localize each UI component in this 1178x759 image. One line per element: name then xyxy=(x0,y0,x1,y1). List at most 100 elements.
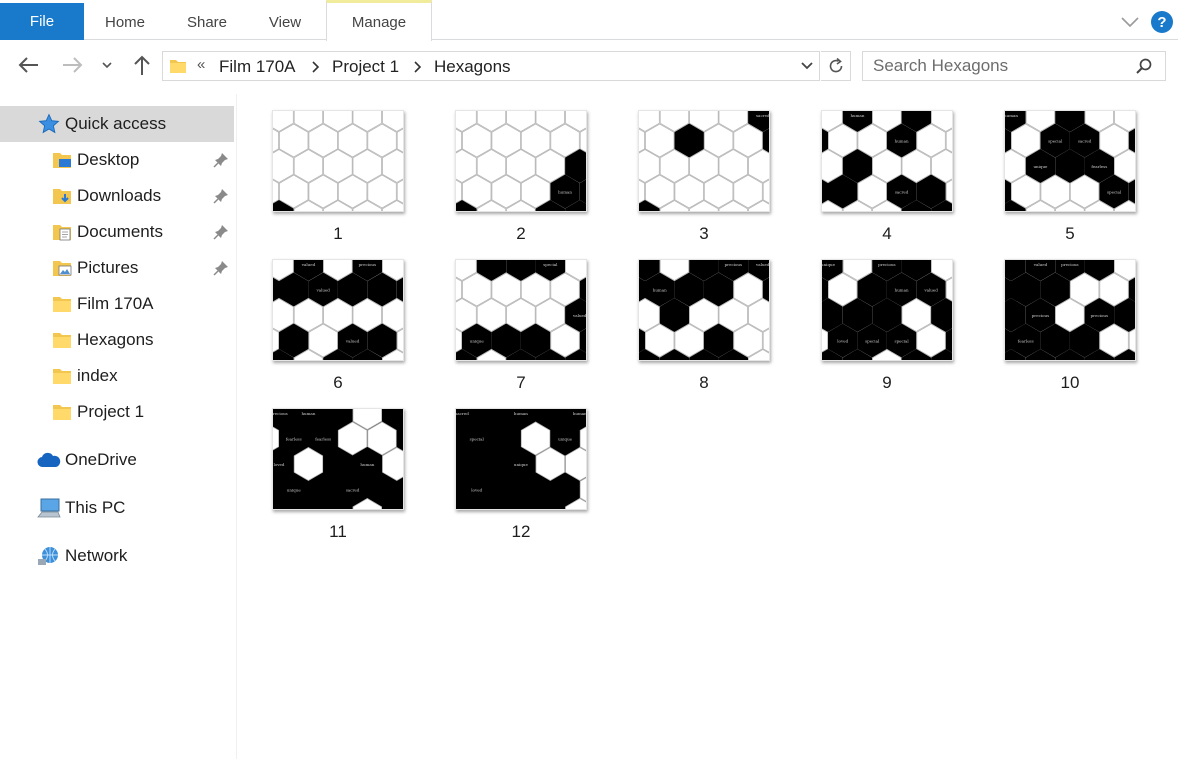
chevron-right-icon[interactable] xyxy=(310,60,320,79)
recent-locations-chevron-icon[interactable] xyxy=(96,52,118,78)
file-item[interactable]: sacredpreciousvaluedlovedvaluedlovedhuma… xyxy=(619,245,770,392)
svg-text:human: human xyxy=(1005,113,1018,118)
tab-home[interactable]: Home xyxy=(90,5,160,40)
folder-icon xyxy=(52,402,72,427)
image-thumbnail: uniquevaluedprecioushumanvaluedpreciousp… xyxy=(1004,259,1136,361)
pin-icon[interactable] xyxy=(213,188,229,209)
sidebar-item-label: Hexagons xyxy=(77,330,154,349)
breadcrumb-hexagons[interactable]: Hexagons xyxy=(434,57,511,77)
up-arrow-icon[interactable] xyxy=(129,52,155,78)
svg-text:unique: unique xyxy=(822,262,836,267)
search-box[interactable] xyxy=(862,51,1166,81)
file-item[interactable]: valuedpreciouswonderlovedvaluedvaluedpre… xyxy=(253,245,404,392)
image-thumbnail: sacredpreciousvaluedlovedvaluedlovedhuma… xyxy=(638,259,770,361)
file-item[interactable]: humanlovedfearlessspecial 2 xyxy=(436,96,587,243)
svg-text:precious: precious xyxy=(359,262,376,267)
chevron-right-icon[interactable] xyxy=(412,60,422,79)
file-item[interactable]: uniquevaluedprecioushumanvaluedpreciousp… xyxy=(985,245,1136,392)
sidebar-item-project-1[interactable]: Project 1 xyxy=(0,394,234,430)
folder-icon xyxy=(52,366,72,391)
folder-icon xyxy=(52,330,72,355)
sidebar-item-label: Pictures xyxy=(77,258,139,277)
cloud-icon xyxy=(37,452,61,473)
search-input[interactable] xyxy=(863,52,1133,80)
file-name: 1 xyxy=(333,224,343,243)
file-name: 6 xyxy=(333,373,343,392)
file-item[interactable]: uniquewondersacred 1 xyxy=(253,96,404,243)
svg-text:human: human xyxy=(895,139,909,144)
file-item[interactable]: specialsacredfearlessvaluedvalueduniquel… xyxy=(436,245,587,392)
svg-text:unique: unique xyxy=(287,488,302,493)
sidebar-item-label: Film 170A xyxy=(77,294,154,313)
svg-text:sacred: sacred xyxy=(456,411,469,416)
file-item[interactable]: humanhumanhumanuniquesacredfearlesswonde… xyxy=(802,96,953,243)
refresh-icon xyxy=(829,57,842,73)
forward-arrow-icon[interactable] xyxy=(60,52,86,78)
sidebar-item-onedrive[interactable]: OneDrive xyxy=(0,442,234,478)
svg-text:unique: unique xyxy=(1033,164,1048,169)
sidebar-item-index[interactable]: index xyxy=(0,358,234,394)
file-name: 11 xyxy=(329,522,347,541)
svg-text:unique: unique xyxy=(470,339,485,344)
image-thumbnail: uniquewondersacred xyxy=(272,110,404,212)
sidebar-item-downloads[interactable]: Downloads xyxy=(0,178,234,214)
sidebar-item-documents[interactable]: Documents xyxy=(0,214,234,250)
back-arrow-icon[interactable] xyxy=(15,52,41,78)
sidebar-item-label: Quick access xyxy=(65,114,167,133)
address-bar[interactable]: « Film 170A Project 1 Hexagons xyxy=(162,51,820,81)
file-name: 9 xyxy=(882,373,892,392)
svg-text:fearless: fearless xyxy=(1091,164,1107,169)
sidebar-item-pictures[interactable]: Pictures xyxy=(0,250,234,286)
breadcrumb-project-1[interactable]: Project 1 xyxy=(332,57,399,77)
svg-text:human: human xyxy=(514,411,528,416)
tab-view[interactable]: View xyxy=(252,5,318,40)
file-item[interactable]: uniquepreciousspecialuniquehumanvaluedhu… xyxy=(802,245,953,392)
help-icon[interactable]: ? xyxy=(1151,11,1173,33)
computer-icon xyxy=(37,497,61,524)
file-item[interactable]: precioushumanuniquefearlessfearlessvalue… xyxy=(253,394,404,541)
sidebar-item-quick-access[interactable]: Quick access xyxy=(0,106,234,142)
search-icon[interactable] xyxy=(1135,57,1153,80)
pin-icon[interactable] xyxy=(213,224,229,245)
expand-ribbon-chevron-icon[interactable] xyxy=(1118,10,1142,34)
image-thumbnail: specialsacredfearlessvaluedvalueduniquel… xyxy=(455,259,587,361)
sidebar-item-this-pc[interactable]: This PC xyxy=(0,490,234,526)
address-dropdown-chevron-icon[interactable] xyxy=(799,58,815,79)
image-thumbnail: humanhumanhumanuniquesacredfearlesswonde… xyxy=(821,110,953,212)
star-icon xyxy=(38,113,60,140)
sidebar-item-hexagons[interactable]: Hexagons xyxy=(0,322,234,358)
svg-text:precious: precious xyxy=(725,262,742,267)
file-name: 2 xyxy=(516,224,526,243)
sidebar-item-network[interactable]: Network xyxy=(0,538,234,574)
sidebar-item-label: Network xyxy=(65,546,128,565)
sidebar-item-desktop[interactable]: Desktop xyxy=(0,142,234,178)
svg-text:precious: precious xyxy=(1061,262,1078,267)
file-item[interactable]: sacredhumanhumanpreciousuniquehumanspeci… xyxy=(436,394,587,541)
svg-text:fearless: fearless xyxy=(286,437,302,442)
downloads-folder-icon xyxy=(52,186,72,211)
tab-share[interactable]: Share xyxy=(170,5,244,40)
svg-text:fearless: fearless xyxy=(315,437,331,442)
svg-text:precious: precious xyxy=(878,262,895,267)
file-item[interactable]: humanuniquespecialsacredsacredspecialsac… xyxy=(985,96,1136,243)
svg-text:loved: loved xyxy=(837,339,848,344)
tab-file[interactable]: File xyxy=(0,3,84,40)
breadcrumb-overflow[interactable]: « xyxy=(197,56,205,73)
svg-text:human: human xyxy=(301,411,315,416)
svg-text:valued: valued xyxy=(1033,262,1048,267)
breadcrumb-film-170a[interactable]: Film 170A xyxy=(219,57,296,77)
svg-text:human: human xyxy=(895,288,909,293)
sidebar-item-film-170a[interactable]: Film 170A xyxy=(0,286,234,322)
file-name: 8 xyxy=(699,373,709,392)
network-icon xyxy=(37,545,61,572)
pin-icon[interactable] xyxy=(213,260,229,281)
tab-manage[interactable]: Manage xyxy=(326,0,432,41)
pictures-folder-icon xyxy=(52,258,72,283)
svg-text:special: special xyxy=(865,339,880,344)
pin-icon[interactable] xyxy=(213,152,229,173)
file-list: uniquewondersacred 1 humanlovedfearlesss… xyxy=(238,94,1178,759)
folder-icon xyxy=(169,57,187,80)
refresh-button[interactable] xyxy=(821,51,851,81)
svg-text:special: special xyxy=(470,437,485,442)
file-item[interactable]: sacredwondersacredpreciousuniquesacredhu… xyxy=(619,96,770,243)
